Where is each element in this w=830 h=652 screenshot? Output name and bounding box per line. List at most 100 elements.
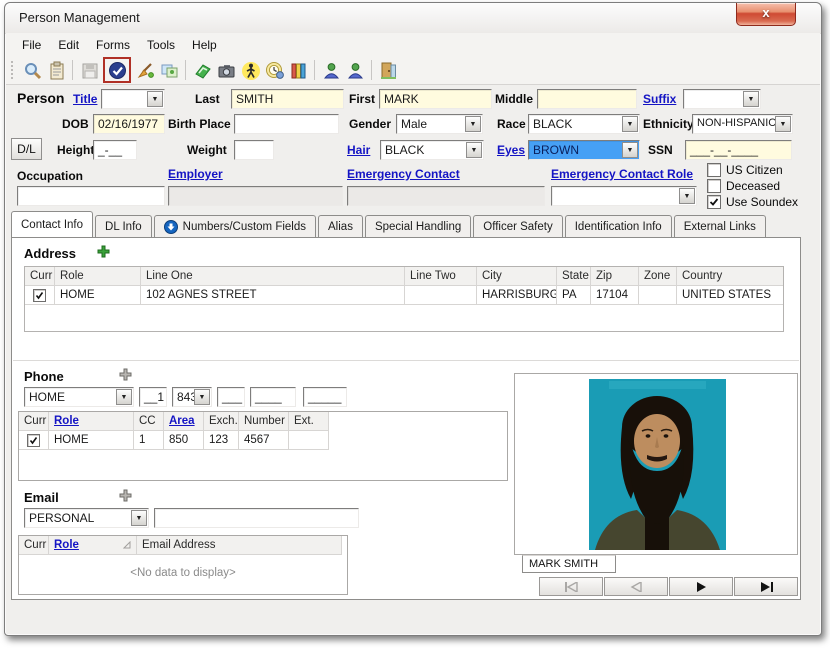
emergency-contact-role-link[interactable]: Emergency Contact Role (551, 167, 693, 181)
chevron-down-icon[interactable]: ▼ (622, 116, 638, 132)
title-select[interactable]: ▼ (101, 89, 165, 109)
nav-next-button[interactable] (669, 577, 733, 596)
col-role[interactable]: Role (55, 267, 141, 286)
suffix-select[interactable]: ▼ (683, 89, 761, 109)
weight-field[interactable] (234, 140, 274, 160)
menu-forms[interactable]: Forms (88, 36, 139, 54)
col-role[interactable]: Role (49, 536, 137, 555)
copy-images-icon[interactable] (158, 59, 180, 81)
catalog-books-icon[interactable] (287, 59, 309, 81)
hair-select[interactable]: BLACK▼ (380, 140, 484, 160)
phone-row[interactable]: HOME 1 850 123 4567 (19, 431, 507, 450)
col-role[interactable]: Role (49, 412, 134, 431)
tab-identification-info[interactable]: Identification Info (565, 215, 672, 237)
phone-area-select[interactable]: 843▼ (172, 387, 212, 407)
eyes-link[interactable]: Eyes (497, 143, 525, 157)
phone-curr-checkbox[interactable] (27, 434, 40, 447)
col-line-one[interactable]: Line One (141, 267, 405, 286)
photo-tab[interactable]: MARK SMITH (522, 555, 616, 573)
add-address-button[interactable] (96, 244, 111, 259)
eyes-select[interactable]: BROWN▼ (528, 140, 640, 160)
pedestrian-icon[interactable] (239, 59, 261, 81)
tab-special-handling[interactable]: Special Handling (365, 215, 471, 237)
report-book-icon[interactable] (191, 59, 213, 81)
add-email-button[interactable] (118, 488, 133, 503)
emergency-contact-link[interactable]: Emergency Contact (347, 167, 460, 181)
menu-help[interactable]: Help (184, 36, 226, 54)
validate-check-icon[interactable] (106, 59, 128, 81)
menu-file[interactable]: File (14, 36, 50, 54)
col-line-two[interactable]: Line Two (405, 267, 477, 286)
gender-select[interactable]: Male▼ (396, 114, 483, 134)
col-ext[interactable]: Ext. (289, 412, 329, 431)
chevron-down-icon[interactable]: ▼ (775, 116, 791, 132)
chevron-down-icon[interactable]: ▼ (743, 91, 759, 107)
exit-door-icon[interactable] (377, 59, 399, 81)
col-country[interactable]: Country (677, 267, 783, 286)
dob-field[interactable]: 02/16/1977 (93, 114, 165, 134)
col-state[interactable]: State (557, 267, 591, 286)
phone-role-select[interactable]: HOME▼ (24, 387, 134, 407)
address-curr-checkbox[interactable] (33, 289, 46, 302)
us-citizen-checkbox[interactable] (707, 163, 721, 177)
suffix-link[interactable]: Suffix (643, 92, 676, 106)
person-add-icon[interactable] (320, 59, 342, 81)
chevron-down-icon[interactable]: ▼ (622, 142, 638, 158)
ssn-field[interactable]: ___-__-____ (685, 140, 792, 160)
chevron-down-icon[interactable]: ▼ (147, 91, 163, 107)
title-link[interactable]: Title (73, 92, 97, 106)
middle-name-field[interactable] (537, 89, 637, 109)
add-phone-button[interactable] (118, 367, 133, 382)
tab-external-links[interactable]: External Links (674, 215, 766, 237)
nav-previous-button[interactable] (604, 577, 668, 596)
occupation-field[interactable] (17, 186, 165, 206)
race-select[interactable]: BLACK▼ (528, 114, 640, 134)
col-exch[interactable]: Exch. (204, 412, 239, 431)
save-icon[interactable] (78, 59, 100, 81)
chevron-down-icon[interactable]: ▼ (679, 188, 695, 204)
employer-field[interactable] (168, 186, 343, 206)
menu-tools[interactable]: Tools (139, 36, 184, 54)
col-curr[interactable]: Curr (25, 267, 55, 286)
phone-cc-field[interactable]: __1 (139, 387, 167, 407)
hair-link[interactable]: Hair (347, 143, 370, 157)
chevron-down-icon[interactable]: ▼ (194, 389, 210, 405)
col-curr[interactable]: Curr (19, 412, 49, 431)
nav-last-button[interactable] (734, 577, 798, 596)
col-cc[interactable]: CC (134, 412, 164, 431)
use-soundex-checkbox[interactable] (707, 195, 721, 209)
toolbar-grip[interactable] (11, 61, 16, 79)
col-zone[interactable]: Zone (639, 267, 677, 286)
col-zip[interactable]: Zip (591, 267, 639, 286)
last-name-field[interactable]: SMITH (231, 89, 344, 109)
col-city[interactable]: City (477, 267, 557, 286)
col-number[interactable]: Number (239, 412, 289, 431)
phone-exchange-field[interactable]: ___ (217, 387, 245, 407)
chevron-down-icon[interactable]: ▼ (466, 142, 482, 158)
height-field[interactable]: _-__ (93, 140, 137, 160)
birth-place-field[interactable] (234, 114, 339, 134)
close-button[interactable]: x (736, 3, 796, 26)
chevron-down-icon[interactable]: ▼ (131, 510, 147, 526)
col-area[interactable]: Area (164, 412, 204, 431)
first-name-field[interactable]: MARK (379, 89, 492, 109)
search-icon[interactable] (21, 59, 43, 81)
chevron-down-icon[interactable]: ▼ (116, 389, 132, 405)
person-history-icon[interactable] (263, 59, 285, 81)
deceased-checkbox[interactable] (707, 179, 721, 193)
tab-officer-safety[interactable]: Officer Safety (473, 215, 562, 237)
phone-ext-field[interactable]: _____ (303, 387, 347, 407)
col-curr[interactable]: Curr (19, 536, 49, 555)
dl-button[interactable]: D/L (11, 138, 42, 160)
tab-contact-info[interactable]: Contact Info (11, 211, 93, 237)
tab-dl-info[interactable]: DL Info (95, 215, 152, 237)
email-role-select[interactable]: PERSONAL▼ (24, 508, 149, 528)
emergency-contact-field[interactable] (347, 186, 545, 206)
menu-edit[interactable]: Edit (50, 36, 88, 54)
clear-broom-icon[interactable] (134, 59, 156, 81)
chevron-down-icon[interactable]: ▼ (465, 116, 481, 132)
ethnicity-select[interactable]: NON-HISPANIC▼ (692, 114, 793, 134)
paste-clipboard-icon[interactable] (45, 59, 67, 81)
col-email-address[interactable]: Email Address (137, 536, 342, 555)
camera-icon[interactable] (215, 59, 237, 81)
